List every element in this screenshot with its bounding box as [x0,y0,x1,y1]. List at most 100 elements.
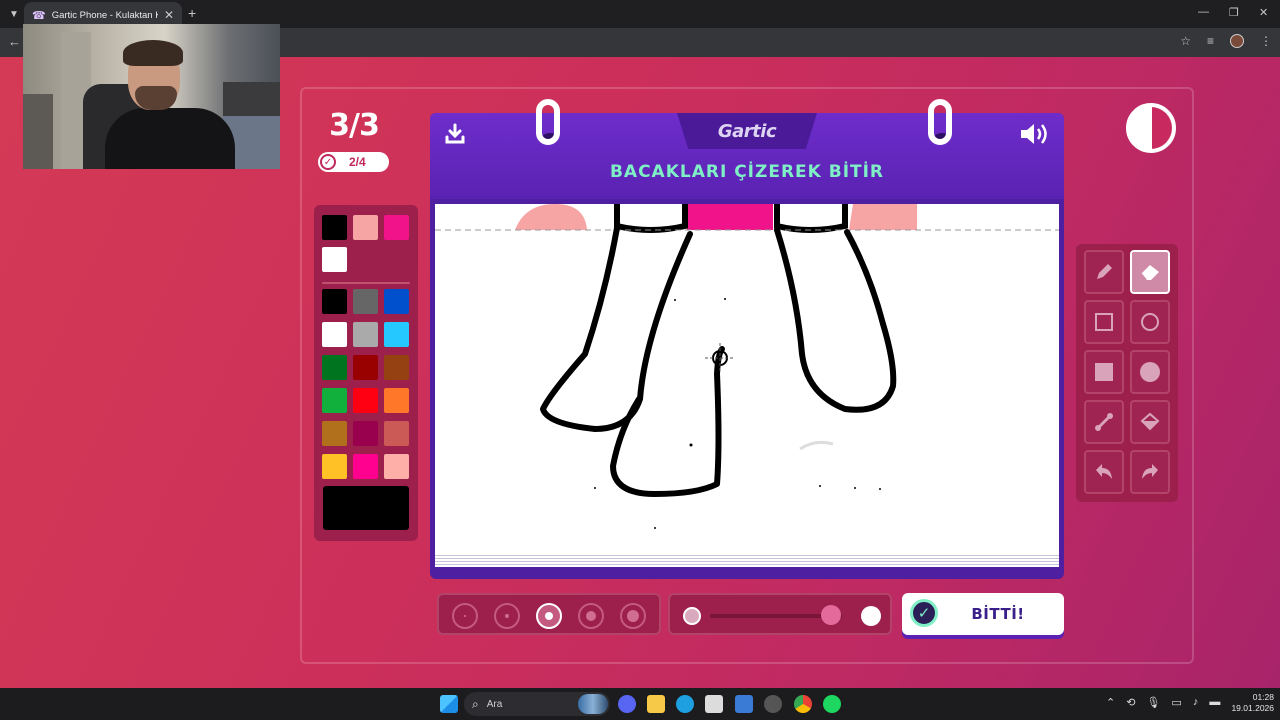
obs-icon[interactable] [764,695,782,713]
battery-icon[interactable]: ▬ [1209,696,1220,709]
browser-menu-icon[interactable]: ⋮ [1260,34,1272,48]
rectangle-filled-tool-button[interactable] [1084,350,1124,394]
volume-icon[interactable]: ♪ [1193,696,1199,709]
color-swatch[interactable] [322,215,347,240]
color-swatch[interactable] [322,454,347,479]
color-swatch[interactable] [322,289,347,314]
brush-size-button[interactable] [620,603,646,629]
color-swatch[interactable] [384,421,409,446]
system-tray: ⌃ ⟲ 🎙︎ ▭ ♪ ▬ [1106,696,1220,709]
restore-button[interactable]: ❐ [1229,6,1239,19]
drawing-canvas[interactable] [435,204,1059,553]
notebook-ring-right [928,99,952,145]
network-icon[interactable]: ▭ [1171,696,1181,709]
chrome-icon[interactable] [794,695,812,713]
notebook-ring-left [536,99,560,145]
bucket-fill-tool-button[interactable] [1130,400,1170,444]
color-swatch[interactable] [384,454,409,479]
players-done-count: 2/4 [349,155,366,169]
opacity-slider[interactable] [668,593,892,635]
done-button-label: BİTTİ! [971,605,1025,623]
brush-size-button[interactable] [494,603,520,629]
minimize-button[interactable]: — [1198,6,1209,18]
timer-clock-icon [1126,103,1176,153]
windows-taskbar: ⌕ Ara ⌃ ⟲ 🎙︎ ▭ ♪ ▬ 01:28 19.01.2026 [0,688,1280,720]
store-icon[interactable] [705,695,723,713]
eraser-tool-button[interactable] [1130,250,1170,294]
color-swatch[interactable] [384,289,409,314]
search-label: Ara [486,698,503,710]
taskbar-clock[interactable]: 01:28 19.01.2026 [1226,692,1274,714]
color-swatch[interactable] [322,322,347,347]
tab-search-icon[interactable]: ▼ [4,4,24,24]
brush-size-button[interactable] [536,603,562,629]
notebook-pages [435,553,1059,567]
color-swatch[interactable] [353,454,378,479]
color-swatch[interactable] [322,421,347,446]
mail-icon[interactable] [735,695,753,713]
color-swatch[interactable] [353,322,378,347]
color-swatch[interactable] [322,388,347,413]
search-highlight-image [578,694,608,714]
pencil-tool-button[interactable] [1084,250,1124,294]
players-done-badge: ✓ 2/4 [318,152,389,172]
opacity-handle[interactable] [821,605,842,625]
done-button[interactable]: ✓ BİTTİ! [902,593,1064,635]
brush-size-button[interactable] [578,603,604,629]
color-swatch[interactable] [384,355,409,380]
windows-start-icon[interactable] [440,695,458,713]
search-icon: ⌕ [472,696,479,711]
clock-date: 19.01.2026 [1231,703,1274,713]
media-control-icon[interactable]: ≡ [1207,34,1214,48]
file-explorer-icon[interactable] [647,695,665,713]
gartic-favicon-icon: ☎ [32,9,46,22]
check-icon: ✓ [320,154,336,170]
download-icon[interactable] [442,121,468,147]
undo-button[interactable] [1084,450,1124,494]
taskbar-search[interactable]: ⌕ Ara [464,692,610,716]
color-swatch[interactable] [353,421,378,446]
drawing-tools-panel [1076,244,1178,502]
color-swatch[interactable] [322,247,347,272]
webcam-overlay [23,24,280,169]
back-icon[interactable]: ← [8,34,21,49]
tray-chevron-icon[interactable]: ⌃ [1106,696,1115,709]
current-color-preview [323,486,409,530]
new-tab-button[interactable]: + [188,5,196,21]
opacity-high-icon [861,606,881,626]
tray-sync-icon[interactable]: ⟲ [1126,696,1135,709]
close-window-button[interactable]: ✕ [1259,6,1268,19]
drawing-notebook: Gartic BACAKLARI ÇİZEREK BİTİR [430,99,1064,579]
line-tool-button[interactable] [1084,400,1124,444]
color-swatch[interactable] [384,215,409,240]
palette-divider [322,282,410,284]
sound-icon[interactable] [1018,121,1052,147]
tab-title: Gartic Phone - Kulaktan Kulağa [51,9,158,21]
color-palette [314,205,418,541]
redo-button[interactable] [1130,450,1170,494]
brush-size-button[interactable] [452,603,478,629]
rectangle-outline-tool-button[interactable] [1084,300,1124,344]
circle-filled-tool-button[interactable] [1130,350,1170,394]
color-swatch[interactable] [353,215,378,240]
edge-icon[interactable] [676,695,694,713]
clock-time: 01:28 [1252,692,1274,702]
color-swatch[interactable] [353,289,378,314]
color-swatch[interactable] [353,355,378,380]
color-swatch[interactable] [353,388,378,413]
profile-avatar[interactable] [1230,34,1244,48]
color-swatch[interactable] [384,388,409,413]
gartic-logo: Gartic [677,113,817,149]
done-check-icon: ✓ [910,599,938,627]
microphone-icon[interactable]: 🎙︎ [1146,696,1160,709]
discord-icon[interactable] [618,695,636,713]
drawing-prompt: BACAKLARI ÇİZEREK BİTİR [609,162,885,182]
circle-outline-tool-button[interactable] [1130,300,1170,344]
tab-close-icon[interactable]: ✕ [164,8,174,22]
color-swatch[interactable] [322,355,347,380]
round-counter: 3/3 [329,108,380,143]
spotify-icon[interactable] [823,695,841,713]
opacity-low-icon [683,607,701,625]
color-swatch[interactable] [384,322,409,347]
bookmark-star-icon[interactable]: ☆ [1180,34,1191,48]
